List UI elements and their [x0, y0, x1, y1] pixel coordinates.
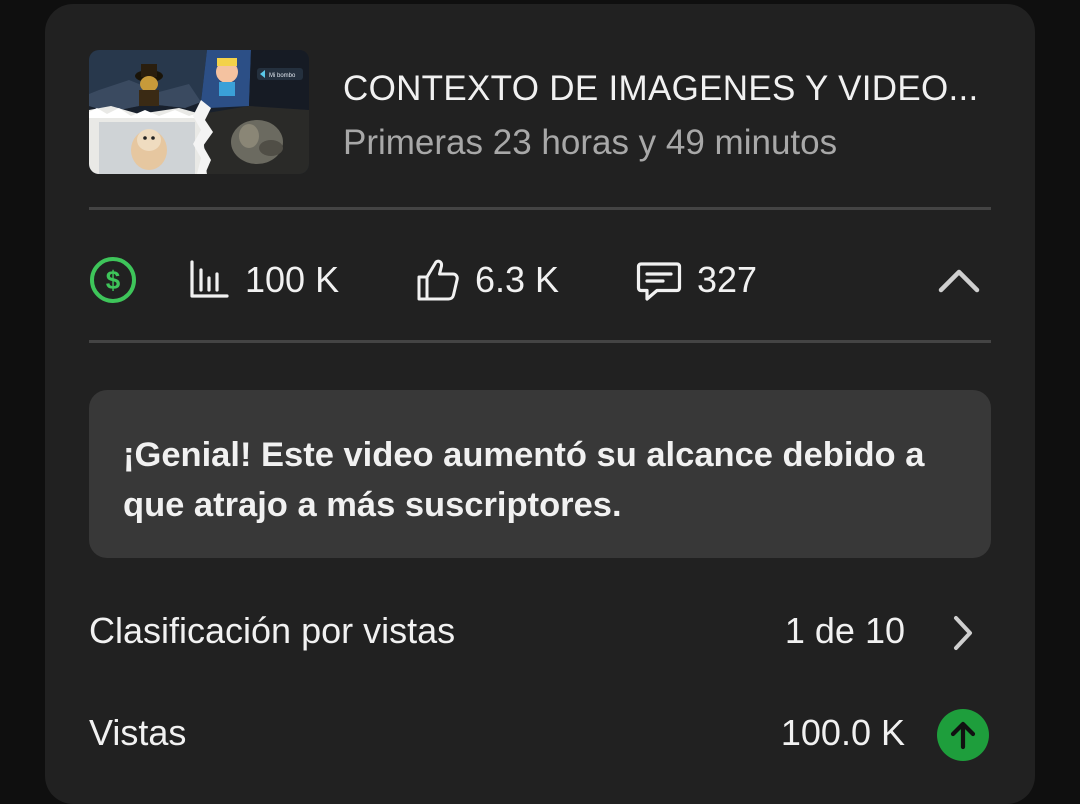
views-total-row[interactable]: Vistas 100.0 K [89, 704, 991, 764]
bar-chart-icon [190, 260, 229, 298]
views-ranking-label: Clasificación por vistas [89, 610, 456, 651]
dollar-circle-icon: $ [90, 257, 136, 303]
video-thumbnail-collage-icon: Mi bombo [89, 50, 309, 174]
insight-callout: ¡Genial! Este video aumentó su alcance d… [89, 390, 991, 558]
comments-count: 327 [697, 259, 758, 300]
likes-stat[interactable]: 6.3 K [415, 256, 559, 304]
likes-count: 6.3 K [475, 259, 560, 300]
thumbs-up-icon [417, 259, 459, 301]
video-title[interactable]: CONTEXTO DE IMAGENES Y VIDEO... [343, 69, 983, 109]
views-total-value: 100.0 K [780, 712, 905, 753]
divider-middle [89, 340, 991, 343]
stats-row: $ 100 K 6.3 K 327 [89, 210, 991, 344]
comment-icon [636, 262, 682, 301]
video-period: Primeras 23 horas y 49 minutos [343, 123, 838, 162]
views-count: 100 K [245, 259, 340, 300]
comments-stat[interactable]: 327 [635, 256, 757, 304]
video-row[interactable]: Mi bombo CONTEXTO DE IMAGENES Y VIDEO...… [89, 50, 991, 174]
chevron-up-icon [938, 269, 980, 293]
monetization-status[interactable]: $ [89, 256, 137, 304]
svg-text:$: $ [106, 265, 121, 295]
chevron-right-icon [935, 605, 991, 661]
insight-text: ¡Genial! Este video aumentó su alcance d… [123, 436, 925, 524]
arrow-up-circle-icon [935, 707, 991, 763]
video-thumbnail[interactable]: Mi bombo [89, 50, 309, 174]
collapse-button[interactable] [935, 260, 983, 300]
views-ranking-value: 1 de 10 [784, 610, 905, 651]
views-total-label: Vistas [89, 712, 187, 753]
views-stat[interactable]: 100 K [187, 256, 339, 304]
video-analytics-card: Mi bombo CONTEXTO DE IMAGENES Y VIDEO...… [45, 4, 1035, 804]
thumbnail-inset-text: Mi bombo [269, 73, 296, 79]
views-ranking-row[interactable]: Clasificación por vistas 1 de 10 [89, 602, 991, 662]
